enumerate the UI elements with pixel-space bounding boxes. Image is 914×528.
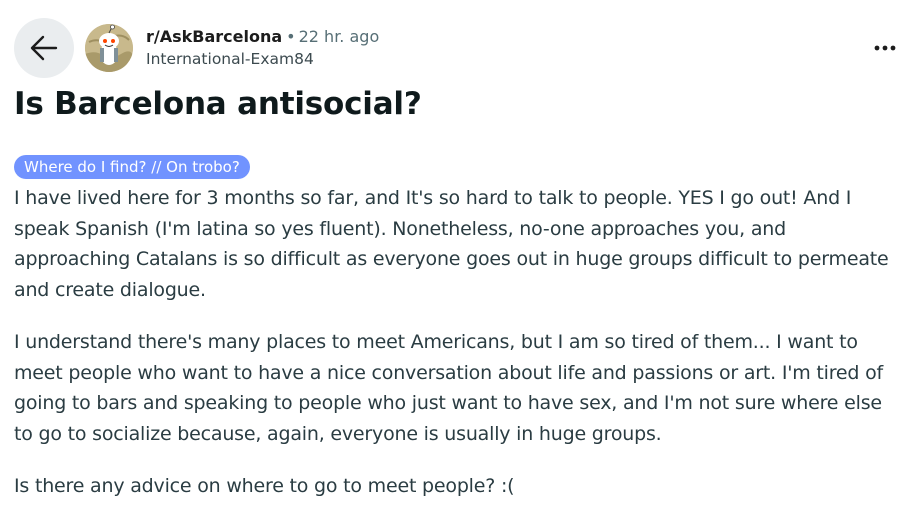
- post-meta: r/AskBarcelona • 22 hr. ago International-…: [146, 25, 379, 71]
- meta-separator: •: [286, 27, 296, 46]
- post-title: Is Barcelona antisocial?: [14, 86, 422, 122]
- post-paragraph: I have lived here for 3 months so far, a…: [14, 187, 889, 301]
- post-flair[interactable]: Where do I find? // On trobo?: [14, 155, 250, 179]
- back-button[interactable]: [14, 18, 74, 78]
- post-paragraph: I understand there's many places to meet…: [14, 331, 884, 445]
- post-timestamp: 22 hr. ago: [298, 27, 380, 46]
- more-options-button[interactable]: [870, 33, 900, 63]
- post-paragraph: Is there any advice on where to go to me…: [14, 475, 515, 497]
- arrow-left-icon: [30, 35, 58, 61]
- post-meta-line: r/AskBarcelona • 22 hr. ago: [146, 25, 379, 48]
- author-link[interactable]: International-Exam84: [146, 48, 379, 71]
- ellipsis-icon: [874, 45, 896, 51]
- subreddit-link[interactable]: r/AskBarcelona: [146, 27, 282, 46]
- subreddit-avatar[interactable]: [85, 24, 133, 72]
- post-body: I have lived here for 3 months so far, a…: [14, 183, 900, 524]
- subreddit-avatar-image: [85, 24, 133, 72]
